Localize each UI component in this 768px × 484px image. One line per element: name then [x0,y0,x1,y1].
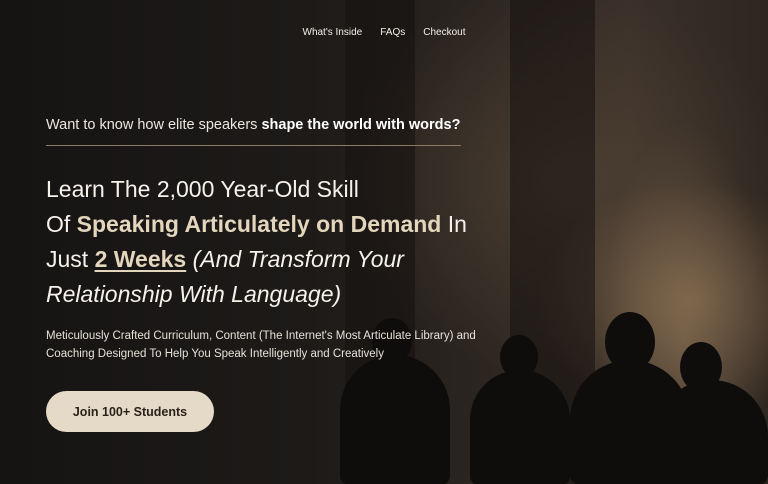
headline-underlined-duration: 2 Weeks [94,246,187,272]
nav-link-checkout[interactable]: Checkout [423,27,465,38]
silhouette-body [340,355,450,484]
kicker-bold-text: shape the world with words? [261,117,461,133]
subtext-line-2: Coaching Designed To Help You Speak Inte… [46,348,384,360]
headline-italic-part-2: Relationship With Language) [46,281,342,307]
silhouette-body [470,370,570,484]
top-nav: What's Inside FAQs Checkout [0,27,768,38]
hero-headline: Learn The 2,000 Year-Old Skill Of Speaki… [46,172,506,312]
hero-kicker: Want to know how elite speakers shape th… [46,117,460,133]
nav-link-whats-inside[interactable]: What's Inside [303,27,363,38]
headline-italic-part-1: (And Transform Your [186,246,404,272]
headline-accent: Speaking Articulately on Demand [76,211,442,237]
join-students-button[interactable]: Join 100+ Students [46,391,214,432]
headline-line-2-suffix: In [441,211,467,237]
kicker-divider [46,145,461,146]
headline-line-3-prefix: Just [46,246,95,272]
subtext-line-1: Meticulously Crafted Curriculum, Content… [46,330,476,342]
headline-line-2-prefix: Of [46,211,77,237]
kicker-plain-text: Want to know how elite speakers [46,117,262,133]
nav-link-faqs[interactable]: FAQs [380,27,405,38]
hero-subtext: Meticulously Crafted Curriculum, Content… [46,327,506,363]
headline-line-1: Learn The 2,000 Year-Old Skill [46,176,359,202]
silhouette-body [655,380,768,484]
